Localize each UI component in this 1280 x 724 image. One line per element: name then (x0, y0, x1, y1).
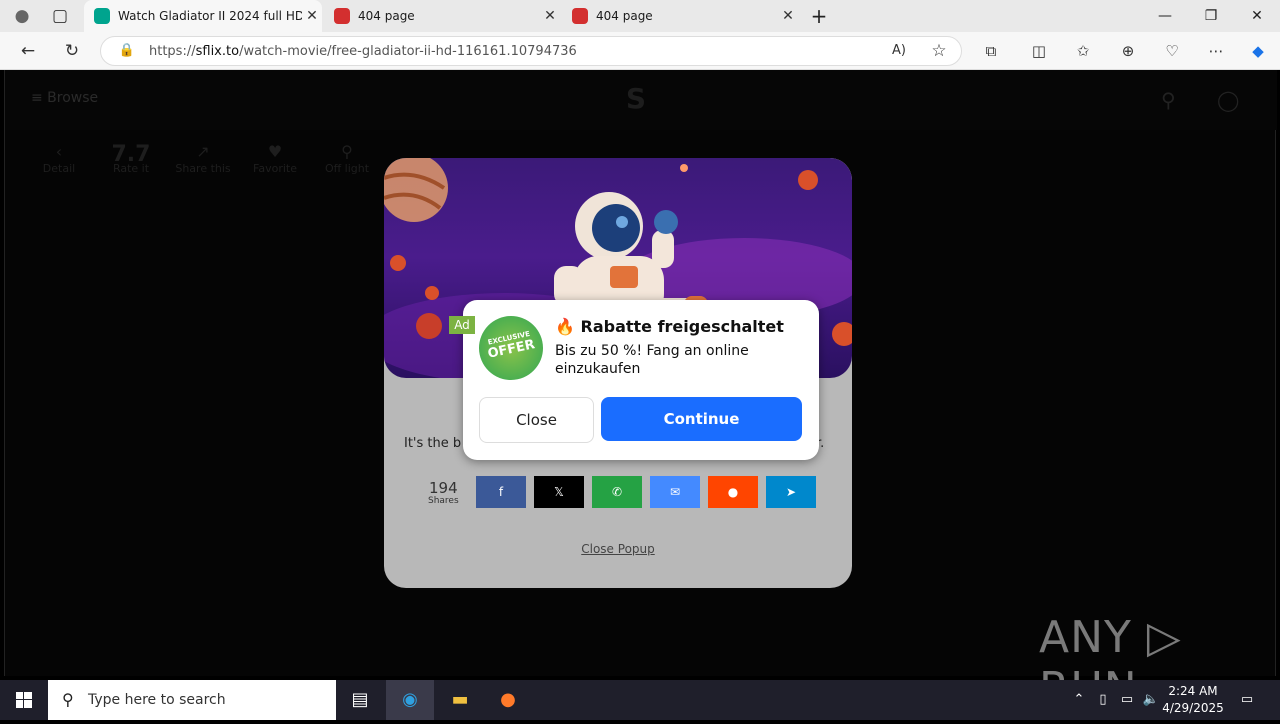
clock-time: 2:24 AM (1168, 684, 1218, 698)
reddit-share-button[interactable]: ● (708, 476, 758, 508)
notifications-icon[interactable]: ▭ (1236, 680, 1258, 720)
tab-bar: ● ▢ Watch Gladiator II 2024 full HD o ✕ … (0, 0, 1280, 32)
volume-icon[interactable]: 🔈 (1140, 680, 1162, 720)
messenger-icon: ✉ (669, 485, 681, 499)
ad-dialog: EXCLUSIVE OFFER 🔥 Rabatte freigeschaltet… (463, 300, 819, 460)
share-count: 194 Shares (428, 479, 459, 506)
search-icon: ⚲ (62, 690, 74, 709)
show-hidden-icons[interactable]: ⌃ (1068, 680, 1090, 720)
cart-favicon-icon (572, 8, 588, 24)
clock[interactable]: 2:24 AM 4/29/2025 (1160, 683, 1226, 717)
address-bar[interactable]: 🔒 https://sflix.to/watch-movie/free-glad… (100, 36, 962, 66)
battery-icon[interactable]: ▯ (1092, 680, 1114, 720)
close-tab-icon[interactable]: ✕ (302, 8, 322, 24)
favorite-action[interactable]: ♥ Favorite (239, 142, 311, 175)
minimize-button[interactable]: — (1142, 0, 1188, 32)
close-tab-icon[interactable]: ✕ (540, 8, 560, 24)
user-icon[interactable]: ◯ (1217, 88, 1239, 112)
ad-continue-button[interactable]: Continue (601, 397, 802, 441)
cart-favicon-icon (334, 8, 350, 24)
telegram-icon: ➤ (785, 485, 797, 499)
x-icon: 𝕏 (554, 485, 564, 499)
facebook-icon: f (498, 485, 504, 499)
ad-body: Bis zu 50 %! Fang an online einzukaufen (555, 343, 749, 377)
new-tab-button[interactable]: + (796, 0, 842, 32)
sflix-favicon-icon (94, 8, 110, 24)
extensions-icon[interactable]: ⧉ (979, 40, 1003, 62)
messenger-share-button[interactable]: ✉ (650, 476, 700, 508)
file-explorer-icon[interactable]: ▬ (436, 680, 484, 720)
network-icon[interactable]: ▭ (1116, 680, 1138, 720)
ad-title: 🔥 Rabatte freigeschaltet (555, 317, 784, 336)
address-toolbar: ← ↻ 🔒 https://sflix.to/watch-movie/free-… (0, 32, 1280, 70)
taskbar-search-placeholder: Type here to search (88, 692, 226, 708)
tab-title: 404 page (596, 9, 653, 23)
windows-start-button[interactable] (0, 680, 48, 720)
clock-date: 4/29/2025 (1162, 701, 1224, 715)
back-icon[interactable]: ← (14, 38, 42, 64)
edge-browser-icon[interactable]: ◉ (386, 680, 434, 720)
whatsapp-share-button[interactable]: ✆ (592, 476, 642, 508)
facebook-share-button[interactable]: f (476, 476, 526, 508)
tab-gladiator[interactable]: Watch Gladiator II 2024 full HD o ✕ (84, 0, 322, 32)
refresh-icon[interactable]: ↻ (58, 38, 86, 64)
browse-menu[interactable]: ≡ Browse (31, 90, 98, 106)
close-popup-link[interactable]: Close Popup (384, 542, 852, 556)
copilot-icon[interactable]: ◆ (1246, 40, 1270, 62)
heart-icon: ♥ (267, 142, 283, 161)
tab-title: Watch Gladiator II 2024 full HD o (118, 9, 302, 23)
site-header: ≡ Browse S ⚲ ◯ (5, 70, 1277, 130)
close-window-button[interactable]: ✕ (1234, 0, 1280, 32)
read-aloud-icon[interactable]: A) (885, 38, 913, 64)
settings-more-icon[interactable]: ⋯ (1204, 40, 1228, 62)
web-page: ≡ Browse S ⚲ ◯ ‹ Detail 7.7 Rate it ↗ Share… (4, 70, 1277, 714)
exclusive-offer-seal-icon: EXCLUSIVE OFFER (473, 310, 549, 386)
split-screen-icon[interactable]: ◫ (1027, 40, 1051, 62)
favorite-star-icon[interactable]: ☆ (925, 38, 953, 64)
movie-actions: ‹ Detail 7.7 Rate it ↗ Share this ♥ Favorite… (23, 142, 383, 175)
rating-value: 7.7 (111, 142, 151, 167)
lock-icon[interactable]: 🔒 (113, 38, 141, 64)
favorites-icon[interactable]: ✩ (1071, 40, 1095, 62)
ad-badge: Ad (449, 316, 475, 334)
profile-icon[interactable]: ● (8, 3, 36, 29)
telegram-share-button[interactable]: ➤ (766, 476, 816, 508)
whatsapp-icon: ✆ (611, 485, 623, 499)
firefox-icon[interactable]: ● (484, 680, 532, 720)
share-action[interactable]: ↗ Share this (167, 142, 239, 175)
detail-action[interactable]: ‹ Detail (23, 142, 95, 175)
off-light-action[interactable]: ⚲ Off light (311, 142, 383, 175)
browser-essentials-icon[interactable]: ♡ (1160, 40, 1184, 62)
taskbar-search-box[interactable]: ⚲ Type here to search (48, 680, 336, 720)
search-icon[interactable]: ⚲ (1161, 88, 1176, 112)
url-text[interactable]: https://sflix.to/watch-movie/free-gladia… (149, 44, 577, 59)
task-view-icon[interactable]: ▤ (336, 680, 384, 720)
x-share-button[interactable]: 𝕏 (534, 476, 584, 508)
restore-button[interactable]: ❐ (1188, 0, 1234, 32)
taskbar: ⚲ Type here to search ▤ ◉ ▬ ● ⌃ ▯ ▭ 🔈 2:… (0, 680, 1280, 720)
back-chevron-icon: ‹ (55, 142, 63, 161)
rate-action[interactable]: 7.7 Rate it (95, 142, 167, 175)
share-icon: ↗ (196, 142, 210, 161)
tab-404-1[interactable]: 404 page ✕ (324, 0, 560, 32)
ad-close-button[interactable]: Close (479, 397, 594, 443)
tab-title: 404 page (358, 9, 415, 23)
reddit-icon: ● (727, 485, 739, 499)
share-text: It's the b (404, 436, 462, 451)
collections-icon[interactable]: ⊕ (1116, 40, 1140, 62)
tab-404-2[interactable]: 404 page ✕ (562, 0, 798, 32)
bulb-icon: ⚲ (341, 142, 353, 161)
close-tab-icon[interactable]: ✕ (778, 8, 798, 24)
site-logo[interactable]: S (619, 82, 653, 116)
tab-actions-icon[interactable]: ▢ (46, 3, 74, 29)
